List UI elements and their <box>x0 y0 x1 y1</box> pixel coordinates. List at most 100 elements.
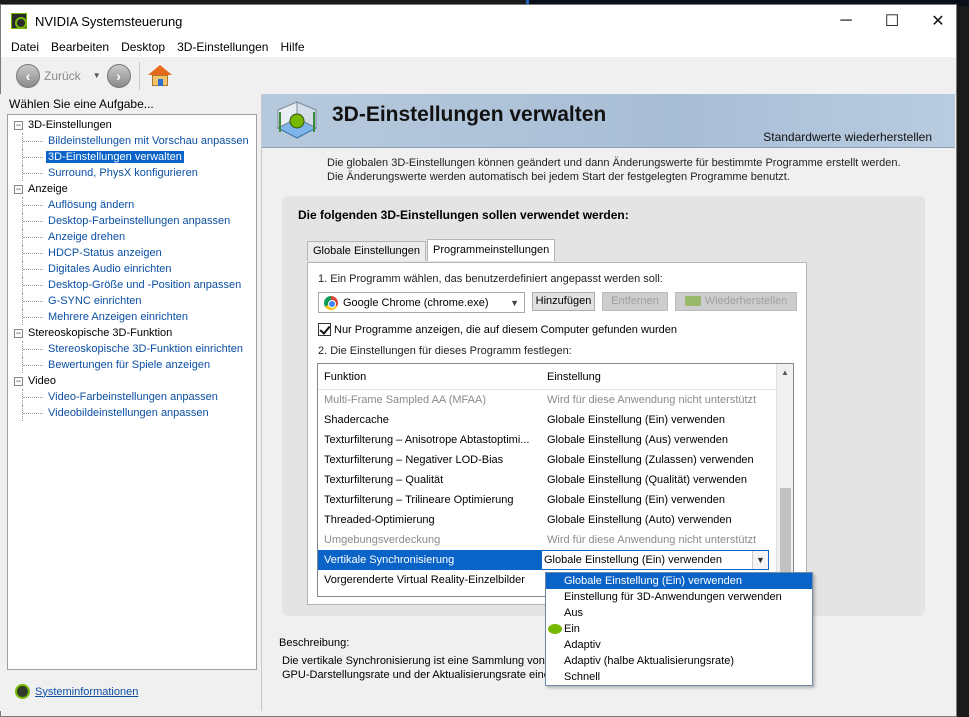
tree-item-gsync[interactable]: G-SYNC einrichten <box>8 293 256 309</box>
col-header-function: Funktion <box>324 370 367 383</box>
vsync-setting-dropdown[interactable]: Globale Einstellung (Ein) verwenden ▼ <box>541 550 769 570</box>
tree-category-video[interactable]: − Video <box>8 373 256 389</box>
system-info-icon <box>15 684 30 699</box>
tree-item-surround-physx[interactable]: Surround, PhysX konfigurieren <box>8 165 256 181</box>
page-title: 3D-Einstellungen verwalten <box>332 103 607 126</box>
tree-item-3d-verwalten[interactable]: 3D-Einstellungen verwalten <box>8 149 256 165</box>
tree-item-video-farbe[interactable]: Video-Farbeinstellungen anpassen <box>8 389 256 405</box>
table-row[interactable]: Threaded-Optimierung Globale Einstellung … <box>318 510 793 530</box>
restore-program-button[interactable]: Wiederherstellen <box>675 292 797 311</box>
system-info-link[interactable]: Systeminformationen <box>35 686 138 698</box>
home-icon[interactable] <box>147 64 172 87</box>
menu-bar: Datei Bearbeiten Desktop 3D-Einstellunge… <box>1 37 956 57</box>
remove-program-button[interactable]: Entfernen <box>602 292 668 311</box>
system-info: Systeminformationen <box>15 684 138 699</box>
table-row[interactable]: Texturfilterung – Qualität Globale Einste… <box>318 470 793 490</box>
menu-datei[interactable]: Datei <box>5 40 45 54</box>
description-text: Die vertikale Synchronisierung ist eine … <box>282 655 552 681</box>
option-on[interactable]: Ein <box>546 621 812 637</box>
menu-hilfe[interactable]: Hilfe <box>274 40 310 54</box>
option-3d-app[interactable]: Einstellung für 3D-Anwendungen verwenden <box>546 589 812 605</box>
tab-strip: Globale Einstellungen Programmeinstellun… <box>307 239 556 261</box>
tree-item-desktop-groesse[interactable]: Desktop-Größe und -Position anpassen <box>8 277 256 293</box>
tree-item-videobild[interactable]: Videobildeinstellungen anpassen <box>8 405 256 421</box>
table-row[interactable]: Texturfilterung – Negativer LOD-Bias Glob… <box>318 450 793 470</box>
show-found-checkbox[interactable] <box>318 323 331 336</box>
step1-label: 1. Ein Programm wählen, das benutzerdefi… <box>318 273 663 285</box>
tree-category-3d[interactable]: −3D-Einstellungen <box>8 117 256 133</box>
option-off[interactable]: Aus <box>546 605 812 621</box>
add-program-button[interactable]: Hinzufügen <box>532 292 595 311</box>
tree-category-stereo[interactable]: − Stereoskopische 3D-Funktion <box>8 325 256 341</box>
group-title: Die folgenden 3D-Einstellungen sollen ve… <box>298 208 629 222</box>
back-label[interactable]: Zurück <box>44 69 81 83</box>
description-label: Beschreibung: <box>279 637 350 649</box>
option-global-on[interactable]: Globale Einstellung (Ein) verwenden <box>546 573 812 589</box>
collapse-icon[interactable]: − <box>14 120 23 130</box>
task-panel-header: Wählen Sie eine Aufgabe... <box>9 97 154 111</box>
tree-item-audio[interactable]: Digitales Audio einrichten <box>8 261 256 277</box>
table-row[interactable]: Shadercache Globale Einstellung (Ein) ver… <box>318 410 793 430</box>
table-header: Funktion Einstellung <box>318 364 793 390</box>
task-panel: Wählen Sie eine Aufgabe... −3D-Einstellu… <box>0 94 262 711</box>
tree-item-anzeige-drehen[interactable]: Anzeige drehen <box>8 229 256 245</box>
tree-item-aufloesung[interactable]: Auflösung ändern <box>8 197 256 213</box>
intro-text: Die globalen 3D-Einstellungen können geä… <box>327 157 901 183</box>
tree-item-stereo-einrichten[interactable]: Stereoskopische 3D-Funktion einrichten <box>8 341 256 357</box>
program-select[interactable]: Google Chrome (chrome.exe) ▼ <box>318 292 525 313</box>
settings-group: Die folgenden 3D-Einstellungen sollen ve… <box>282 196 925 616</box>
settings-table: Funktion Einstellung Multi-Frame Sampled… <box>317 363 794 597</box>
tree-item-bildeinstellungen[interactable]: Bildeinstellungen mit Vorschau anpassen <box>8 133 256 149</box>
nvidia-icon <box>684 296 701 307</box>
step2-label: 2. Die Einstellungen für dieses Programm… <box>318 345 572 357</box>
tab-global-settings[interactable]: Globale Einstellungen <box>307 241 427 261</box>
back-arrow-icon[interactable]: ‹ <box>16 63 40 88</box>
chevron-down-icon: ▼ <box>510 297 519 308</box>
option-adaptive-half[interactable]: Adaptiv (halbe Aktualisierungsrate) <box>546 653 812 669</box>
table-row[interactable]: Texturfilterung – Trilineare Optimierung… <box>318 490 793 510</box>
program-settings-panel: 1. Ein Programm wählen, das benutzerdefi… <box>307 262 807 605</box>
nvidia-icon <box>548 624 562 634</box>
scroll-thumb[interactable] <box>780 488 791 584</box>
table-row[interactable]: Texturfilterung – Anisotrope Abtastoptim… <box>318 430 793 450</box>
table-row[interactable]: Umgebungsverdeckung Wird für diese Anwend… <box>318 530 793 550</box>
menu-3d-einstellungen[interactable]: 3D-Einstellungen <box>171 40 274 54</box>
restore-defaults-link[interactable]: Standardwerte wiederherstellen <box>763 130 932 144</box>
maximize-button[interactable]: ☐ <box>869 5 915 37</box>
tree-category-anzeige[interactable]: − Anzeige <box>8 181 256 197</box>
toolbar-separator <box>138 61 140 90</box>
tree-item-hdcp[interactable]: HDCP-Status anzeigen <box>8 245 256 261</box>
chevron-down-icon[interactable]: ▼ <box>752 551 768 569</box>
history-dropdown-icon[interactable]: ▼ <box>93 71 101 80</box>
table-scrollbar[interactable]: ▲ <box>776 364 793 596</box>
task-tree: −3D-Einstellungen Bildeinstellungen mit … <box>7 114 257 670</box>
show-found-label: Nur Programme anzeigen, die auf diesem C… <box>334 323 678 336</box>
table-row[interactable]: Multi-Frame Sampled AA (MFAA) Wird für di… <box>318 390 793 410</box>
tree-item-mehrere-anzeigen[interactable]: Mehrere Anzeigen einrichten <box>8 309 256 325</box>
close-button[interactable]: ✕ <box>915 5 961 37</box>
option-adaptive[interactable]: Adaptiv <box>546 637 812 653</box>
vsync-options-list: Globale Einstellung (Ein) verwenden Eins… <box>545 572 813 686</box>
tab-program-settings[interactable]: Programmeinstellungen <box>427 239 556 261</box>
window-title: NVIDIA Systemsteuerung <box>35 13 183 29</box>
toolbar: ‹ Zurück ▼ › <box>1 57 956 95</box>
collapse-icon[interactable]: − <box>14 184 23 194</box>
tree-item-farbeinstellungen[interactable]: Desktop-Farbeinstellungen anpassen <box>8 213 256 229</box>
forward-arrow-icon[interactable]: › <box>106 63 131 88</box>
option-fast[interactable]: Schnell <box>546 669 812 685</box>
scroll-up-icon[interactable]: ▲ <box>777 364 793 381</box>
menu-bearbeiten[interactable]: Bearbeiten <box>45 40 115 54</box>
title-bar[interactable]: NVIDIA Systemsteuerung ─ ☐ ✕ <box>1 5 956 37</box>
collapse-icon[interactable]: − <box>14 328 23 338</box>
table-row-selected[interactable]: Vertikale Synchronisierung Globale Einst… <box>318 550 793 570</box>
show-found-programs[interactable]: Nur Programme anzeigen, die auf diesem C… <box>318 323 677 336</box>
nvidia-app-icon <box>11 13 27 29</box>
minimize-button[interactable]: ─ <box>823 5 869 37</box>
menu-desktop[interactable]: Desktop <box>115 40 171 54</box>
page-banner: 3D-Einstellungen verwalten Standardwerte… <box>262 94 955 148</box>
tree-item-bewertungen[interactable]: Bewertungen für Spiele anzeigen <box>8 357 256 373</box>
program-select-value: Google Chrome (chrome.exe) <box>343 296 489 309</box>
3d-settings-icon <box>276 101 318 139</box>
col-header-setting: Einstellung <box>547 370 601 383</box>
collapse-icon[interactable]: − <box>14 376 23 386</box>
